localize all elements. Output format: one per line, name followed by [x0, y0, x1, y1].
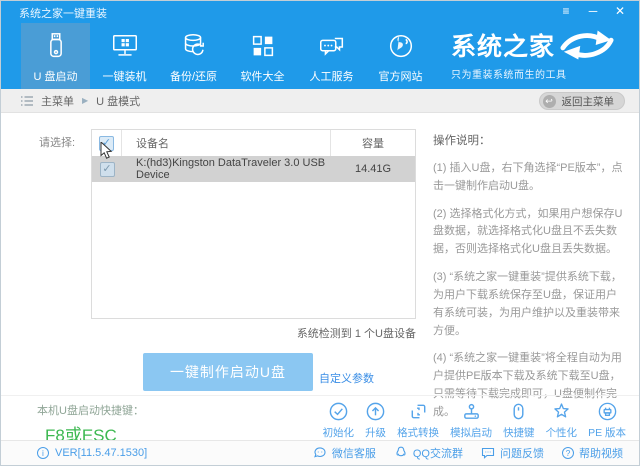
status-bar: i VER[11.5.47.1530] 微信客服 QQ交流群 — [1, 440, 639, 465]
breadcrumb-current: U 盘模式 — [96, 93, 140, 109]
title-bar: 系统之家一键重装 ≡ ─ ✕ — [1, 1, 639, 23]
software-grid-icon — [248, 31, 278, 61]
select-label: 请选择: — [39, 134, 75, 150]
star-badge-icon — [551, 401, 572, 422]
qq-group-link[interactable]: QQ交流群 — [394, 445, 463, 461]
tool-label: 快捷键 — [503, 425, 535, 440]
make-boot-usb-button[interactable]: 一键制作启动U盘 — [143, 353, 313, 391]
instruction-step: (3) “系统之家一键重装”提供系统下载，为用户下载系统保存至U盘，保证用户有系… — [433, 269, 627, 340]
app-window: 系统之家一键重装 ≡ ─ ✕ U 盘启动 — [0, 0, 640, 466]
list-icon — [21, 96, 33, 106]
qq-penguin-icon — [394, 446, 408, 460]
globe-icon — [386, 31, 416, 61]
monitor-windows-icon — [110, 31, 140, 61]
tab-label: U 盘启动 — [34, 68, 78, 84]
pe-version-icon — [597, 401, 618, 422]
circle-up-arrow-icon — [365, 401, 386, 422]
link-label: 问题反馈 — [500, 445, 544, 461]
circle-check-icon — [328, 401, 349, 422]
tab-label: 一键装机 — [103, 68, 147, 84]
nav-tab-software[interactable]: 软件大全 — [228, 23, 297, 89]
nav-tab-one-click-install[interactable]: 一键装机 — [90, 23, 159, 89]
tool-label: 模拟启动 — [450, 425, 492, 440]
feedback-bubble-icon — [481, 446, 495, 460]
hotkey-label: 本机U盘启动快捷键： — [37, 402, 144, 418]
tab-label: 软件大全 — [241, 68, 285, 84]
link-label: 帮助视频 — [579, 445, 623, 461]
tab-label: 官方网站 — [379, 68, 423, 84]
status-links: 微信客服 QQ交流群 问题反馈 ? 帮助视频 — [313, 445, 623, 461]
brand-title: 系统之家 — [451, 27, 555, 63]
footer-divider — [1, 395, 639, 396]
device-name-header: 设备名 — [122, 130, 331, 156]
database-restore-icon — [179, 31, 209, 61]
close-icon[interactable]: ✕ — [613, 3, 627, 19]
breadcrumb-separator-icon: ▶ — [82, 96, 88, 105]
back-arrow-icon: ↩ — [543, 95, 556, 108]
tool-personalize[interactable]: 个性化 — [546, 401, 578, 440]
nav-tabs: U 盘启动 一键装机 备份/还原 — [21, 23, 435, 89]
capacity-header: 容量 — [331, 135, 415, 151]
nav-tab-service[interactable]: 人工服务 — [297, 23, 366, 89]
header: 系统之家一键重装 ≡ ─ ✕ U 盘启动 — [1, 1, 639, 89]
help-video-link[interactable]: ? 帮助视频 — [562, 445, 623, 461]
menu-icon[interactable]: ≡ — [559, 3, 573, 19]
joystick-icon — [461, 401, 482, 422]
custom-params-link[interactable]: 自定义参数 — [319, 370, 374, 386]
tool-label: 个性化 — [546, 425, 578, 440]
window-controls: ≡ ─ ✕ — [559, 3, 627, 19]
tab-label: 人工服务 — [310, 68, 354, 84]
tool-simulate-boot[interactable]: 模拟启动 — [450, 401, 492, 440]
usb-drive-icon — [41, 31, 71, 61]
device-checkbox[interactable]: ✓ — [100, 162, 115, 177]
tool-hotkeys[interactable]: 快捷键 — [503, 401, 535, 440]
minimize-icon[interactable]: ─ — [586, 3, 600, 19]
version-info: i VER[11.5.47.1530] — [37, 447, 147, 459]
wechat-icon — [313, 446, 327, 460]
wechat-service-link[interactable]: 微信客服 — [313, 445, 376, 461]
back-to-main-menu-button[interactable]: ↩ 返回主菜单 — [539, 92, 626, 110]
table-header-row: ✓ 设备名 容量 — [92, 130, 415, 156]
back-button-label: 返回主菜单 — [562, 94, 615, 109]
nav-tab-website[interactable]: 官方网站 — [366, 23, 435, 89]
link-label: 微信客服 — [332, 445, 376, 461]
feedback-link[interactable]: 问题反馈 — [481, 445, 544, 461]
capacity-cell: 14.41G — [331, 163, 415, 175]
convert-icon — [408, 401, 429, 422]
tool-label: 初始化 — [323, 425, 355, 440]
tool-label: PE 版本 — [588, 425, 626, 440]
detect-status: 系统检测到 1 个U盘设备 — [91, 325, 416, 341]
brand-logo: 系统之家 只为重装系统而生的工具 — [451, 27, 629, 81]
version-text: VER[11.5.47.1530] — [55, 447, 147, 459]
tool-label: 格式转换 — [397, 425, 439, 440]
instructions-panel: 操作说明： (1) 插入U盘，右下角选择“PE版本”，点击一键制作启动U盘。 (… — [433, 132, 627, 432]
instruction-step: (2) 选择格式化方式，如果用户想保存U盘数据，就选择格式化U盘且不丢失数据，否… — [433, 206, 627, 259]
device-name-cell: K:(hd3)Kingston DataTraveler 3.0 USB Dev… — [122, 156, 331, 182]
nav-tab-backup-restore[interactable]: 备份/还原 — [159, 23, 228, 89]
instructions-title: 操作说明： — [433, 132, 627, 148]
question-icon: ? — [562, 447, 574, 459]
tool-format-convert[interactable]: 格式转换 — [397, 401, 439, 440]
breadcrumb-root[interactable]: 主菜单 — [41, 93, 74, 109]
tool-initialize[interactable]: 初始化 — [323, 401, 355, 440]
brand-swoosh-icon — [559, 27, 615, 61]
link-label: QQ交流群 — [413, 445, 463, 461]
info-icon: i — [37, 447, 49, 459]
breadcrumb: 主菜单 ▶ U 盘模式 ↩ 返回主菜单 — [1, 89, 639, 113]
table-row[interactable]: ✓ K:(hd3)Kingston DataTraveler 3.0 USB D… — [92, 156, 415, 182]
footer-tools: 初始化 升级 格式转换 模拟启动 快捷键 — [323, 401, 626, 440]
window-title: 系统之家一键重装 — [19, 5, 107, 21]
nav-tab-usb-boot[interactable]: U 盘启动 — [21, 23, 90, 89]
chat-service-icon — [317, 31, 347, 61]
tool-pe-version[interactable]: PE 版本 — [588, 401, 626, 440]
brand-tagline: 只为重装系统而生的工具 — [451, 66, 629, 81]
instruction-step: (1) 插入U盘，右下角选择“PE版本”，点击一键制作启动U盘。 — [433, 160, 627, 196]
usb-device-table: ✓ 设备名 容量 ✓ K:(hd3)Kingston DataTraveler … — [91, 129, 416, 319]
tab-label: 备份/还原 — [170, 68, 217, 84]
mouse-cursor — [100, 142, 114, 160]
tool-label: 升级 — [365, 425, 386, 440]
mouse-icon — [508, 401, 529, 422]
tool-upgrade[interactable]: 升级 — [365, 401, 386, 440]
